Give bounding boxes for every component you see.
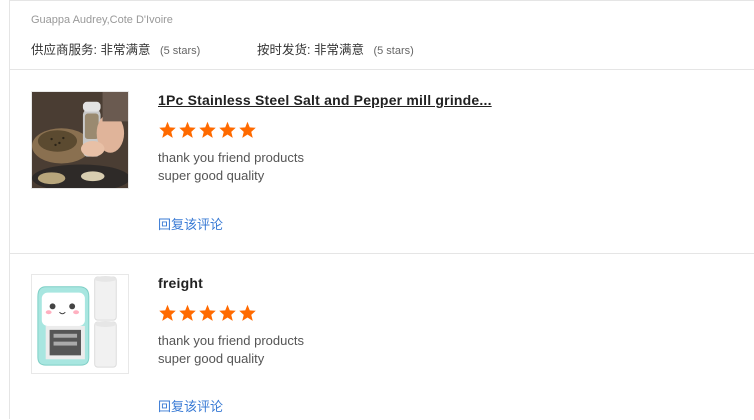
star-icon [238,304,257,322]
reply-link[interactable]: 回复该评论 [158,214,223,233]
star-rating [158,304,257,322]
star-icon [218,121,237,139]
delivery-value: 非常满意 [313,43,364,57]
star-rating [158,121,257,139]
comment-line: thank you friend products [158,150,304,165]
reply-link[interactable]: 回复该评论 [158,396,223,415]
star-icon [198,304,217,322]
product-thumbnail[interactable] [31,91,129,189]
star-icon [178,121,197,139]
star-icon [198,121,217,139]
delivery-label: 按时发货: [257,43,311,57]
comment-line: thank you friend products [158,333,304,348]
review-item: 1Pc Stainless Steel Salt and Pepper mill… [31,91,731,241]
comment-line: super good quality [158,351,265,366]
pepper-grinder-photo-icon [32,92,128,188]
product-thumbnail[interactable] [31,274,129,374]
buyer-name: Guappa Audrey,Cote D'Ivoire [31,14,173,26]
mini-printer-photo-icon [32,275,128,373]
star-icon [218,304,237,322]
supplier-service-rating: 供应商服务: 非常满意 (5 stars) [31,39,200,58]
star-icon [238,121,257,139]
divider [10,253,754,254]
review-comment: thank you friend products super good qua… [158,332,304,368]
delivery-rating: 按时发货: 非常满意 (5 stars) [257,39,414,58]
review-comment: thank you friend products super good qua… [158,149,304,185]
supplier-service-label: 供应商服务: [31,43,97,57]
divider [10,69,754,70]
review-item: freight thank you friend products super … [31,274,731,420]
product-title: freight [158,275,203,291]
comment-line: super good quality [158,168,265,183]
star-icon [158,121,177,139]
feedback-panel: Guappa Audrey,Cote D'Ivoire 供应商服务: 非常满意 … [9,0,754,419]
supplier-service-value: 非常满意 [100,43,151,57]
star-icon [178,304,197,322]
supplier-service-note: (5 stars) [159,45,201,57]
product-title-link[interactable]: 1Pc Stainless Steel Salt and Pepper mill… [158,92,492,108]
feedback-header: Guappa Audrey,Cote D'Ivoire 供应商服务: 非常满意 … [31,14,414,57]
delivery-note: (5 stars) [373,45,414,57]
star-icon [158,304,177,322]
